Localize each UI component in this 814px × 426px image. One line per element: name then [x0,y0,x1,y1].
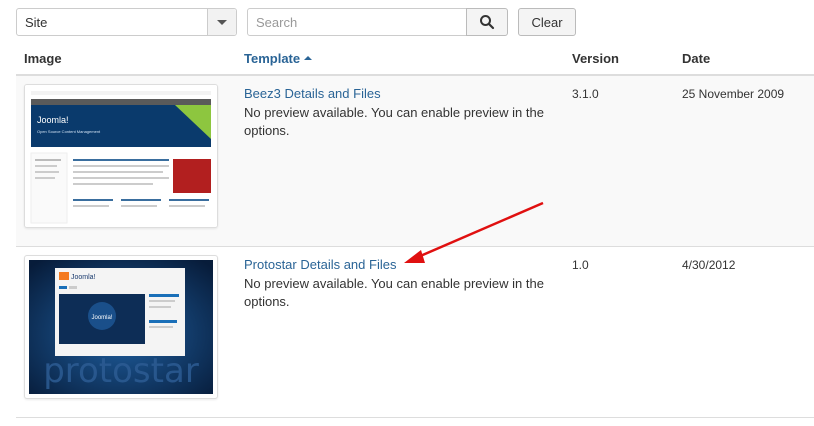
thumb-tagline: Open Source Content Management [37,129,101,134]
table-row: Joomla! Joomla! protostar Protostar Deta… [16,247,814,418]
header-date: Date [682,51,711,66]
template-version: 3.1.0 [572,87,599,101]
search-button[interactable] [466,8,508,36]
template-date: 4/30/2012 [682,258,736,272]
thumb-wordmark: protostar [43,351,199,391]
chevron-down-icon[interactable] [207,9,236,35]
client-select[interactable]: Site [16,8,237,36]
template-thumbnail[interactable]: Joomla! Open Source Content Management [24,84,218,228]
template-description: No preview available. You can enable pre… [244,105,544,138]
svg-text:Joomla!: Joomla! [91,315,112,321]
template-version: 1.0 [572,258,589,272]
protostar-preview-image: Joomla! Joomla! protostar [29,260,213,394]
template-details-link[interactable]: Protostar Details and Files [244,257,396,272]
header-template[interactable]: Template [244,51,313,66]
template-thumbnail[interactable]: Joomla! Joomla! protostar [24,255,218,399]
header-template-label: Template [244,51,301,66]
search-icon [480,15,495,30]
beez3-preview-image: Joomla! Open Source Content Management [25,85,217,227]
clear-button[interactable]: Clear [518,8,576,36]
sort-ascending-icon [304,55,313,60]
thumb-logo: Joomla! [71,274,96,281]
table-row: Joomla! Open Source Content Management B… [16,76,814,247]
table-header: Image Template Version Date [16,44,814,76]
thumb-logo: Joomla! [37,115,69,125]
header-version: Version [572,51,619,66]
client-select-value: Site [25,15,48,30]
template-date: 25 November 2009 [682,87,785,101]
header-image: Image [24,51,62,66]
template-details-link[interactable]: Beez3 Details and Files [244,86,381,101]
search-input[interactable] [247,8,467,36]
template-description: No preview available. You can enable pre… [244,276,544,309]
templates-table: Image Template Version Date Joomla! Open… [16,44,814,418]
